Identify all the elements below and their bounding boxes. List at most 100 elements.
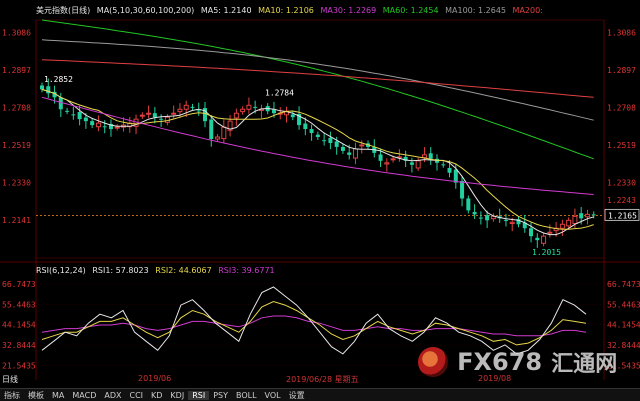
candle-body xyxy=(77,112,82,120)
rsi-axis-left-label: 32.8444 xyxy=(2,341,36,350)
rsi2-value: RSI2: 44.6067 xyxy=(155,266,212,275)
candle-body xyxy=(460,181,465,199)
candle-body xyxy=(177,108,183,113)
candle-body xyxy=(40,85,44,90)
price-axis-right-label: 1.2243 xyxy=(607,196,636,205)
tab-boll[interactable]: BOLL xyxy=(232,391,261,400)
tab-template[interactable]: 模板 xyxy=(24,390,48,401)
candle-body xyxy=(83,117,88,122)
current-price-label: 1.2165 xyxy=(608,211,637,220)
tab-settings[interactable]: 设置 xyxy=(285,390,309,401)
rsi1-line xyxy=(41,286,587,355)
price-axis-left-label: 1.2708 xyxy=(2,104,31,113)
candle-body xyxy=(95,122,101,128)
candle-body xyxy=(453,169,458,183)
candle-body xyxy=(559,223,565,229)
candle-body xyxy=(447,167,452,173)
tab-kdj[interactable]: KDJ xyxy=(166,391,188,400)
candle-body xyxy=(421,154,427,159)
candle-body xyxy=(322,140,327,142)
candle-body xyxy=(303,123,308,130)
candle-body xyxy=(102,126,107,128)
candle-body xyxy=(240,108,246,113)
candle-body xyxy=(246,104,252,110)
candle-body xyxy=(466,198,471,211)
tab-macd[interactable]: MACD xyxy=(68,391,100,400)
candle-body xyxy=(114,126,120,129)
candle-body xyxy=(428,153,433,159)
candle-body xyxy=(384,162,390,165)
candle-body xyxy=(547,231,553,234)
candle-body xyxy=(146,112,152,115)
ma100-line xyxy=(41,39,594,121)
tab-psy[interactable]: PSY xyxy=(209,391,232,400)
candle-body xyxy=(183,104,189,110)
annotation-mid-high: 1.2784 xyxy=(265,89,294,98)
time-label-1: 2019/06 xyxy=(138,374,172,383)
price-axis-right-label: 1.2519 xyxy=(607,141,636,150)
chart-header: 美元指数(日线) MA(5,10,30,60,100,200) MA5: 1.2… xyxy=(36,5,543,17)
candle-body xyxy=(591,214,596,216)
tab-ma[interactable]: MA xyxy=(48,391,68,400)
candle-body xyxy=(352,148,358,159)
price-axis-left-label: 1.2519 xyxy=(2,141,31,150)
ma10-value: MA10: 1.2106 xyxy=(258,6,314,15)
rsi-axis-right-label: 55.4463 xyxy=(607,300,640,309)
candle-body xyxy=(347,152,352,155)
candle-body xyxy=(58,97,63,110)
candle-body xyxy=(209,119,214,139)
candle-body xyxy=(584,213,590,218)
candle-body xyxy=(334,141,339,147)
ma10-line xyxy=(41,88,594,230)
candle-body xyxy=(171,112,177,115)
trading-chart-window: 1.3086 1.2897 1.2708 1.2519 1.2330 1.2141 1.30… xyxy=(0,0,640,401)
candle-body xyxy=(152,113,157,118)
candle-body xyxy=(503,219,508,221)
watermark-brand: FX678 xyxy=(457,348,543,376)
tab-indicator[interactable]: 指标 xyxy=(0,390,24,401)
rsi-axis-left-label: 21.5435 xyxy=(2,362,36,371)
price-axis-left-label: 1.2330 xyxy=(2,179,31,188)
timeframe-label[interactable]: 日线 xyxy=(2,374,18,385)
price-axis-right-label: 1.2708 xyxy=(607,104,636,113)
candle-body xyxy=(271,109,276,114)
watermark-logo-icon xyxy=(418,347,448,377)
candle-body xyxy=(233,112,239,119)
tab-cci[interactable]: CCI xyxy=(125,391,147,400)
candle-body xyxy=(315,134,320,138)
ma30-value: MA30: 1.2269 xyxy=(320,6,377,15)
candle-body xyxy=(535,237,540,241)
candle-body xyxy=(566,219,572,227)
tab-rsi[interactable]: RSI xyxy=(188,390,210,400)
candle-body xyxy=(309,129,314,134)
rsi1-value: RSI1: 57.8023 xyxy=(92,266,149,275)
ma200-line xyxy=(41,59,594,98)
watermark: FX678 汇通网 xyxy=(418,346,617,382)
tab-kd[interactable]: KD xyxy=(147,391,166,400)
candle-body xyxy=(139,114,145,117)
candle-body xyxy=(529,228,534,237)
candle-body xyxy=(215,136,221,140)
candle-body xyxy=(159,118,164,120)
tab-adx[interactable]: ADX xyxy=(100,391,125,400)
candle-body xyxy=(221,126,227,140)
price-axis-right-label: 1.2330 xyxy=(607,179,636,188)
ma200-value: MA200: xyxy=(512,6,543,15)
ma5-value: MA5: 1.2140 xyxy=(200,6,252,15)
tab-vol[interactable]: VOL xyxy=(261,391,285,400)
rsi-header: RSI(6,12,24) RSI1: 57.8023 RSI2: 44.6067… xyxy=(36,266,275,278)
price-chart[interactable]: 1.3086 1.2897 1.2708 1.2519 1.2330 1.2141 1.30… xyxy=(0,0,640,400)
symbol-label: 美元指数(日线) xyxy=(36,6,91,15)
candle-body xyxy=(572,215,578,224)
candle-body xyxy=(378,154,383,161)
candle-body xyxy=(71,114,76,116)
price-axis-right-label: 1.2897 xyxy=(607,66,636,75)
candle-body xyxy=(472,211,477,215)
rsi3-value: RSI3: 39.6771 xyxy=(218,266,275,275)
candle-body xyxy=(290,114,295,118)
ma100-value: MA100: 1.2645 xyxy=(445,6,506,15)
candle-body xyxy=(579,213,584,219)
candle-body xyxy=(190,106,195,108)
candle-body xyxy=(90,121,95,126)
annotation-low: 1.2015 xyxy=(532,248,561,257)
